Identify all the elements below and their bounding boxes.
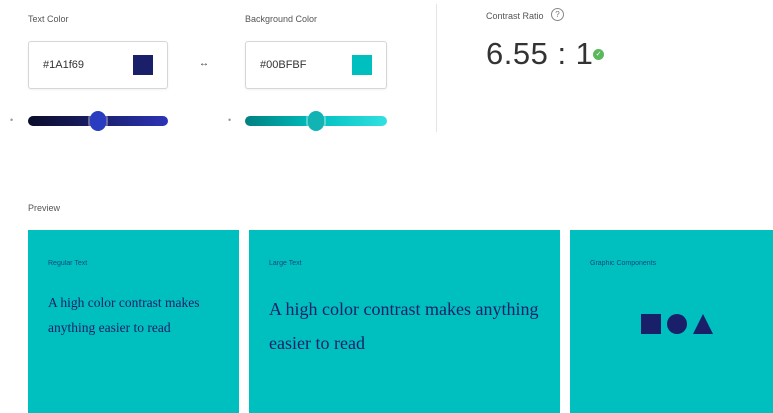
text-color-hex-value[interactable]: #1A1f69 xyxy=(43,59,84,71)
square-shape xyxy=(641,314,661,334)
swap-arrows-icon: ↔ xyxy=(199,58,209,69)
background-color-slider-thumb[interactable] xyxy=(308,111,324,131)
info-icon[interactable]: ? xyxy=(551,8,564,21)
contrast-ratio-value: 6.55 : 1 xyxy=(486,36,594,71)
preview-panel-regular-text: Regular Text A high color contrast makes… xyxy=(28,230,239,413)
preview-panel-large-text: Large Text A high color contrast makes a… xyxy=(249,230,560,413)
triangle-shape xyxy=(693,314,713,334)
background-color-field[interactable]: #00BFBF xyxy=(245,41,387,89)
info-icon-glyph: ? xyxy=(555,10,560,19)
text-color-slider-thumb[interactable] xyxy=(90,111,106,131)
preview-panel-graphic-components: Graphic Components xyxy=(570,230,773,413)
swap-colors-button[interactable]: ↔ xyxy=(199,58,209,69)
background-color-hex-value[interactable]: #00BFBF xyxy=(260,59,306,71)
preview-panel-label: Graphic Components xyxy=(590,260,657,267)
section-divider xyxy=(436,4,437,132)
preview-label: Preview xyxy=(28,203,61,213)
check-circle-icon: ✓ xyxy=(593,49,604,60)
graphic-shapes xyxy=(641,314,713,334)
preview-regular-text: A high color contrast makes anything eas… xyxy=(48,295,200,335)
background-color-slider-marker: • xyxy=(228,115,232,125)
text-color-slider-marker: • xyxy=(10,115,14,125)
background-color-swatch[interactable] xyxy=(352,55,372,75)
text-color-label: Text Color xyxy=(28,14,69,24)
preview-panel-label: Regular Text xyxy=(48,260,88,267)
text-color-field[interactable]: #1A1f69 xyxy=(28,41,168,89)
contrast-ratio-label: Contrast Ratio xyxy=(486,11,544,21)
background-color-label: Background Color xyxy=(245,14,318,24)
circle-shape xyxy=(667,314,687,334)
preview-large-text: A high color contrast makes anything eas… xyxy=(269,299,539,353)
preview-panel-label: Large Text xyxy=(269,260,302,267)
text-color-swatch[interactable] xyxy=(133,55,153,75)
